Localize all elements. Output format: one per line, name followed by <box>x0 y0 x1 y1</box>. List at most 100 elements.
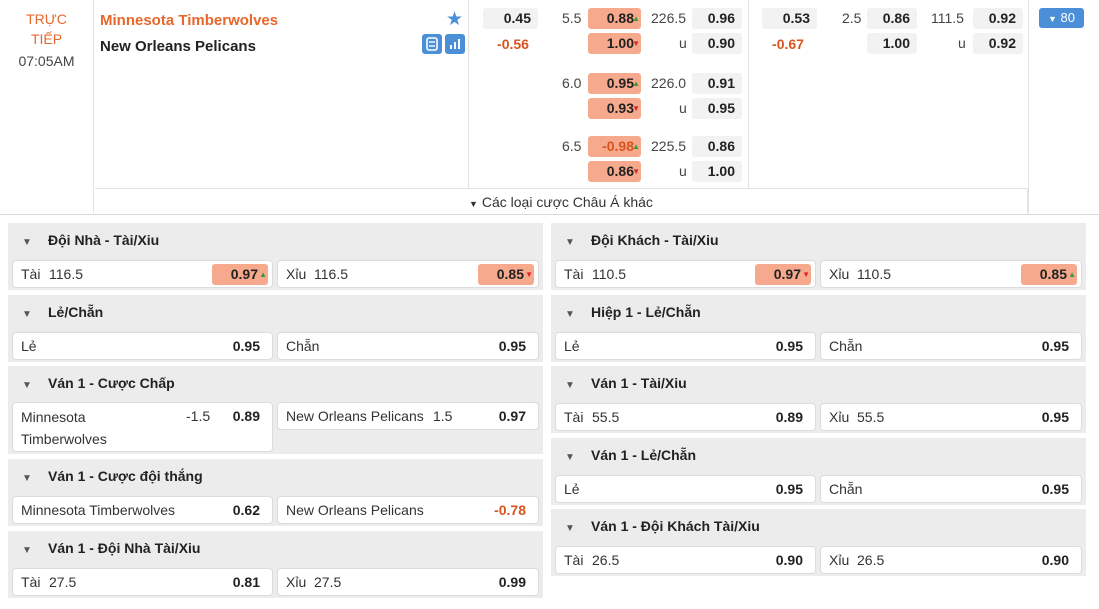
ft-under-1[interactable]: 0.90 <box>692 33 742 54</box>
ft-under-3[interactable]: 1.00 <box>692 161 742 182</box>
market-header[interactable]: ▼ Ván 1 - Tài/Xiu <box>551 366 1086 400</box>
option-odd[interactable]: Lẻ 0.95 <box>555 332 816 360</box>
ft-hdp-line-3: 6.5 <box>562 138 582 154</box>
h1-under[interactable]: 0.92 <box>973 33 1023 54</box>
option-under[interactable]: Xỉu 27.5 0.99 <box>277 568 539 596</box>
market-header[interactable]: ▼ Ván 1 - Đội Khách Tài/Xiu <box>551 509 1086 543</box>
market-header[interactable]: ▼ Ván 1 - Cược đội thắng <box>8 459 543 493</box>
market-header[interactable]: ▼ Ván 1 - Cược Chấp <box>8 366 543 400</box>
option-even[interactable]: Chẵn 0.95 <box>820 332 1082 360</box>
chevron-down-icon: ▼ <box>22 237 32 248</box>
ft-hdp-home-2[interactable]: 0.95 ▲ <box>588 73 641 94</box>
odds-value: 0.85 ▲ <box>1021 264 1077 285</box>
option-odd[interactable]: Lẻ 0.95 <box>555 475 816 503</box>
chevron-down-icon: ▼ <box>565 380 575 391</box>
arrow-down-icon: ▼ <box>632 39 640 48</box>
ft-hdp-away-2[interactable]: 0.93 ▼ <box>588 98 641 119</box>
option-over[interactable]: Tài 27.5 0.81 <box>12 568 273 596</box>
option-away[interactable]: New Orleans Pelicans -0.78 <box>277 496 539 524</box>
option-under[interactable]: Xỉu 55.5 0.95 <box>820 403 1082 431</box>
market-set1-handicap: ▼ Ván 1 - Cược Chấp Minnesota Timberwolve… <box>8 366 543 454</box>
ft-over-1[interactable]: 0.96 <box>692 8 742 29</box>
triangle-down-icon: ▼ <box>1047 14 1057 24</box>
arrow-down-icon: ▼ <box>632 104 640 113</box>
odds-value: 0.97 ▼ <box>755 264 811 285</box>
chevron-down-icon: ▼ <box>22 309 32 320</box>
asian-markets-toggle[interactable]: ▼ Các loại cược Châu Á khác <box>95 188 1028 214</box>
ft-under-label-2: u <box>679 100 687 116</box>
h1-hdp-away[interactable]: 1.00 <box>867 33 917 54</box>
market-odd-even: ▼ Lẻ/Chẵn Lẻ 0.95 Chẵn 0.95 <box>8 295 543 362</box>
odds-value: 0.85 ▼ <box>478 264 534 285</box>
match-time-cell: TRỰC TIẾP 07:05AM <box>0 0 94 213</box>
home-team-name[interactable]: Minnesota Timberwolves <box>100 12 278 29</box>
ft-hdp-home-3[interactable]: -0.98 ▲ <box>588 136 641 157</box>
market-header[interactable]: ▼ Đội Nhà - Tài/Xiu <box>8 223 543 257</box>
option-under[interactable]: Xỉu 116.5 0.85 ▼ <box>277 260 539 288</box>
h1-hdp-line: 2.5 <box>842 10 862 26</box>
market-header[interactable]: ▼ Đội Khách - Tài/Xiu <box>551 223 1086 257</box>
ft-under-2[interactable]: 0.95 <box>692 98 742 119</box>
h1-over[interactable]: 0.92 <box>973 8 1023 29</box>
market-header[interactable]: ▼ Ván 1 - Đội Nhà Tài/Xiu <box>8 531 543 565</box>
market-h1-odd-even: ▼ Hiệp 1 - Lẻ/Chẵn Lẻ 0.95 Chẵn 0.95 <box>551 295 1086 362</box>
teams-cell: Minnesota Timberwolves New Orleans Pelic… <box>95 0 469 188</box>
option-even[interactable]: Chẵn 0.95 <box>277 332 539 360</box>
chevron-down-icon: ▼ <box>22 380 32 391</box>
chevron-down-icon: ▼ <box>565 523 575 534</box>
option-home[interactable]: Minnesota Timberwolves 0.62 <box>12 496 273 524</box>
market-set1-away-over-under: ▼ Ván 1 - Đội Khách Tài/Xiu Tài 26.5 0.90… <box>551 509 1086 576</box>
odds-divider <box>748 0 749 188</box>
arrow-up-icon: ▲ <box>259 270 267 279</box>
ft-moneyline-away[interactable]: -0.56 <box>488 34 538 55</box>
option-under[interactable]: Xỉu 110.5 0.85 ▲ <box>820 260 1082 288</box>
h1-moneyline-home[interactable]: 0.53 <box>762 8 817 29</box>
star-icon[interactable]: ★ <box>446 8 463 31</box>
arrow-down-icon: ▼ <box>525 270 533 279</box>
ft-hdp-away-3[interactable]: 0.86 ▼ <box>588 161 641 182</box>
stats-icon[interactable] <box>445 34 465 54</box>
ft-hdp-home-1[interactable]: 0.88 ▲ <box>588 8 641 29</box>
ft-hdp-line-1: 5.5 <box>562 10 582 26</box>
arrow-up-icon: ▲ <box>1068 270 1076 279</box>
ft-hdp-away-1[interactable]: 1.00 ▼ <box>588 33 641 54</box>
market-header[interactable]: ▼ Lẻ/Chẵn <box>8 295 543 329</box>
h1-total: 111.5 <box>931 10 964 26</box>
option-home[interactable]: Minnesota Timberwolves -1.5 0.89 <box>12 402 273 452</box>
option-over[interactable]: Tài 116.5 0.97 ▲ <box>12 260 273 288</box>
away-team-name[interactable]: New Orleans Pelicans <box>100 38 256 55</box>
ft-total-2: 226.0 <box>651 75 687 91</box>
triangle-down-icon: ▼ <box>469 199 478 209</box>
h1-moneyline-away[interactable]: -0.67 <box>763 34 813 55</box>
ft-hdp-line-2: 6.0 <box>562 75 582 91</box>
ft-over-2[interactable]: 0.91 <box>692 73 742 94</box>
live-status: TRỰC TIẾP <box>26 11 67 47</box>
ft-over-3[interactable]: 0.86 <box>692 136 742 157</box>
market-home-over-under: ▼ Đội Nhà - Tài/Xiu Tài 116.5 0.97 ▲ Xỉu 1… <box>8 223 543 290</box>
more-markets-button[interactable]: ▼ 80 <box>1039 8 1084 28</box>
arrow-down-icon: ▼ <box>632 167 640 176</box>
option-away[interactable]: New Orleans Pelicans 1.5 0.97 <box>277 402 539 430</box>
odds-value: 0.97 ▲ <box>212 264 268 285</box>
chevron-down-icon: ▼ <box>565 309 575 320</box>
market-set1-over-under: ▼ Ván 1 - Tài/Xiu Tài 55.5 0.89 Xỉu 55.5 … <box>551 366 1086 433</box>
option-over[interactable]: Tài 55.5 0.89 <box>555 403 816 431</box>
arrow-up-icon: ▲ <box>632 14 640 23</box>
ft-total-1: 226.5 <box>651 10 687 26</box>
market-header[interactable]: ▼ Hiệp 1 - Lẻ/Chẵn <box>551 295 1086 329</box>
market-set1-home-over-under: ▼ Ván 1 - Đội Nhà Tài/Xiu Tài 27.5 0.81 X… <box>8 531 543 598</box>
option-even[interactable]: Chẵn 0.95 <box>820 475 1082 503</box>
market-header[interactable]: ▼ Ván 1 - Lẻ/Chẵn <box>551 438 1086 472</box>
market-away-over-under: ▼ Đội Khách - Tài/Xiu Tài 110.5 0.97 ▼ Xỉu… <box>551 223 1086 290</box>
chevron-down-icon: ▼ <box>565 237 575 248</box>
lineup-icon[interactable] <box>422 34 442 54</box>
option-over[interactable]: Tài 110.5 0.97 ▼ <box>555 260 816 288</box>
ft-under-label-3: u <box>679 163 687 179</box>
market-set1-odd-even: ▼ Ván 1 - Lẻ/Chẵn Lẻ 0.95 Chẵn 0.95 <box>551 438 1086 505</box>
h1-hdp-home[interactable]: 0.86 <box>867 8 917 29</box>
option-over[interactable]: Tài 26.5 0.90 <box>555 546 816 574</box>
chevron-down-icon: ▼ <box>22 473 32 484</box>
ft-moneyline-home[interactable]: 0.45 <box>483 8 538 29</box>
option-odd[interactable]: Lẻ 0.95 <box>12 332 273 360</box>
option-under[interactable]: Xỉu 26.5 0.90 <box>820 546 1082 574</box>
